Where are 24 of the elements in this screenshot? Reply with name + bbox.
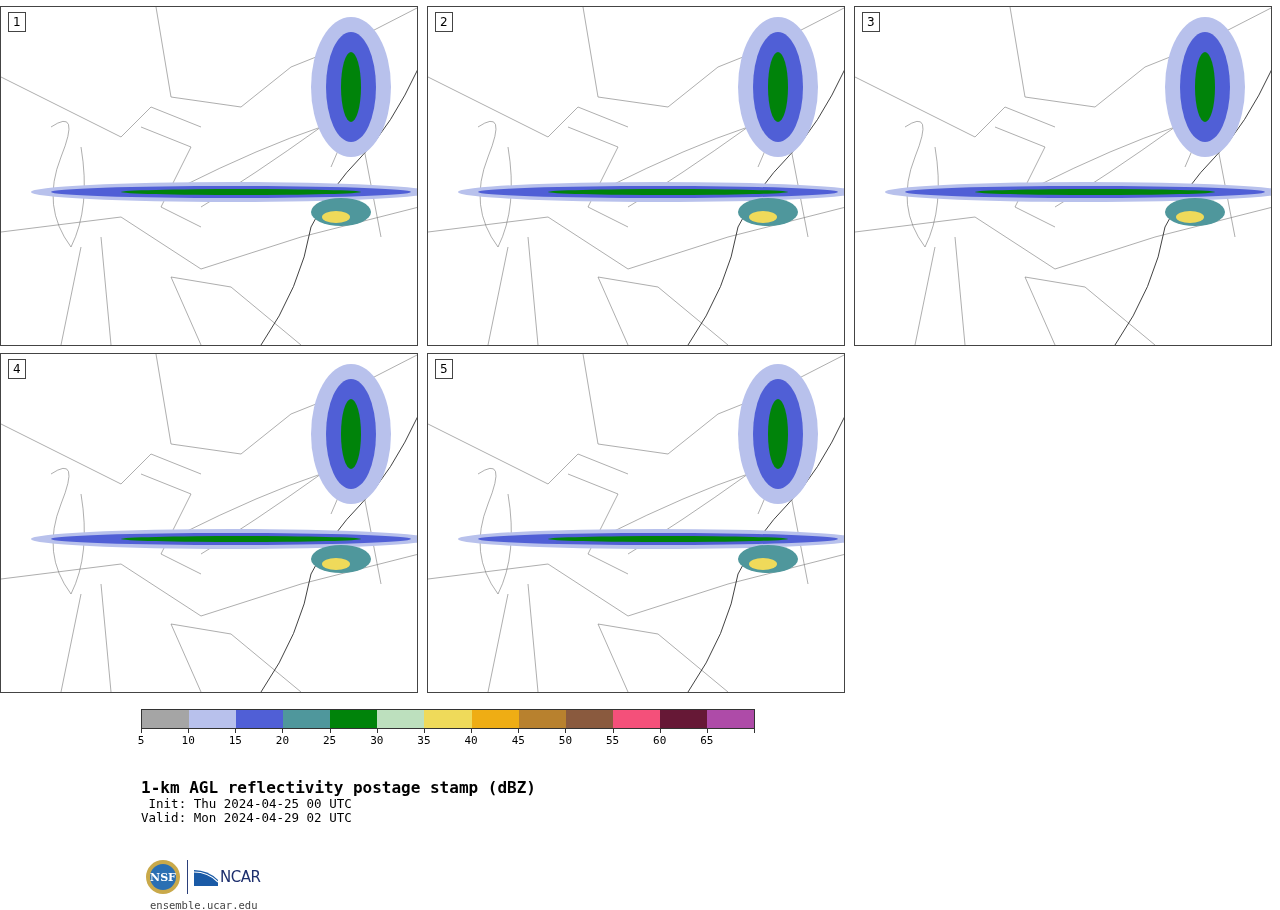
panel-number: 5 <box>435 359 453 379</box>
tick-label: 45 <box>511 735 525 747</box>
tick-label: 40 <box>464 735 478 747</box>
panel-number: 3 <box>862 12 880 32</box>
panel-number: 1 <box>8 12 26 32</box>
tick-label: 20 <box>275 735 290 747</box>
valid-time: Valid: Mon 2024-04-29 02 UTC <box>141 811 353 825</box>
nsf-logo: NSF <box>145 859 181 895</box>
tick-label: 65 <box>700 735 714 747</box>
tick-label: 10 <box>181 735 195 747</box>
tick-label: 50 <box>558 735 573 747</box>
tick-label: 55 <box>605 735 620 747</box>
panel-number: 2 <box>435 12 453 32</box>
tick-label: 30 <box>370 735 384 747</box>
panel-number: 4 <box>8 359 26 379</box>
tick-label: 15 <box>228 735 242 747</box>
tick-label: 35 <box>417 735 431 747</box>
ncar-logo: NCAR <box>194 868 261 886</box>
site-url: ensemble.ucar.edu <box>150 899 259 910</box>
tick-label: 5 <box>137 735 145 747</box>
tick-label: 25 <box>323 735 337 747</box>
chart-title: 1-km AGL reflectivity postage stamp (dBZ) <box>141 779 537 797</box>
init-time: Init: Thu 2024-04-25 00 UTC <box>147 797 353 811</box>
tick-label: 60 <box>653 735 667 747</box>
